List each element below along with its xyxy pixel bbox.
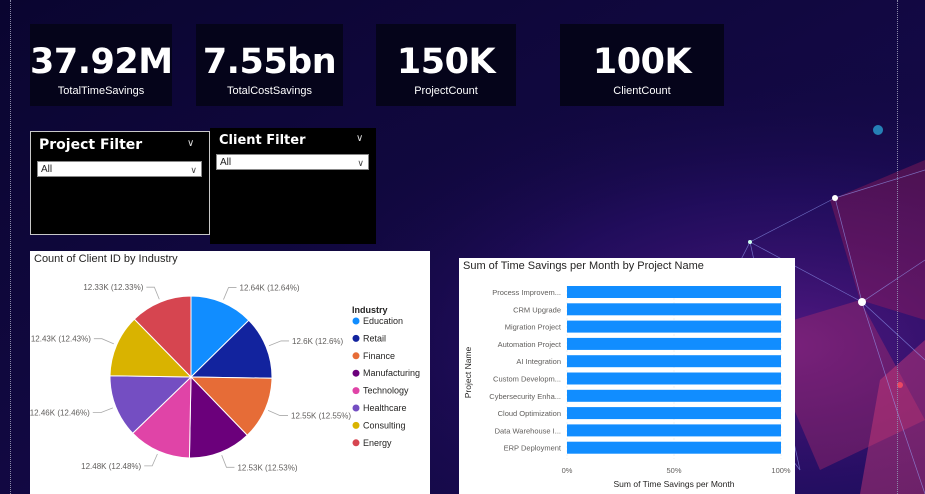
kpi-label: ProjectCount [414, 85, 478, 97]
bar-9[interactable] [567, 424, 781, 437]
legend-marker [352, 317, 360, 325]
pie-data-label: 12.43K (12.43%) [31, 335, 91, 344]
legend-label: Finance [363, 351, 395, 361]
legend-item-technology[interactable]: Technology [352, 386, 410, 396]
pie-leader-line [92, 407, 114, 414]
y-tick-label: Cloud Optimization [498, 409, 561, 418]
legend-item-finance[interactable]: Finance [352, 351, 396, 361]
y-tick-label: Automation Project [498, 340, 562, 349]
pie-data-label: 12.48K (12.48%) [81, 462, 141, 471]
kpi-card-total-time-savings[interactable]: 37.92M TotalTimeSavings [30, 24, 173, 106]
legend-label: Energy [363, 438, 392, 448]
legend-marker [352, 387, 360, 395]
bar-3[interactable] [567, 320, 781, 333]
y-tick-label: AI Integration [516, 357, 561, 366]
pie-data-label: 12.33K (12.33%) [83, 283, 143, 292]
pie-chart: 12.64K (12.64%) 12.6K (12.6%) 12.55K (12.5… [30, 283, 421, 472]
kpi-card-project-count[interactable]: 150K ProjectCount [376, 24, 516, 106]
kpi-card-total-cost-savings[interactable]: 7.55bn TotalCostSavings [196, 24, 343, 106]
bar-6[interactable] [567, 372, 781, 385]
legend-item-retail[interactable]: Retail [352, 333, 387, 343]
legend-item-manufacturing[interactable]: Manufacturing [352, 368, 421, 378]
chevron-down-icon[interactable]: ∨ [356, 133, 363, 144]
legend-label: Manufacturing [363, 368, 420, 378]
kpi-value: 37.92M [30, 42, 173, 82]
legend-marker [352, 352, 360, 360]
legend-label: Education [363, 316, 403, 326]
kpi-value: 100K [592, 42, 692, 82]
bar-1[interactable] [567, 286, 781, 298]
bar-4[interactable] [567, 337, 781, 350]
legend-marker [352, 421, 360, 429]
y-tick-label: Process Improvem... [492, 288, 561, 297]
client-filter-slicer[interactable]: Client Filter ∨ All ∨ [210, 128, 376, 244]
pie-data-label: 12.64K (12.64%) [240, 284, 300, 293]
project-bar-chart-panel[interactable]: Sum of Time Savings per Month by Project… [459, 258, 795, 494]
y-tick-label: CRM Upgrade [513, 305, 561, 314]
x-axis-title: Sum of Time Savings per Month [614, 479, 735, 489]
pie-data-label: 12.6K (12.6%) [292, 337, 343, 346]
client-filter-selected-value: All [220, 157, 232, 168]
kpi-label: TotalCostSavings [227, 85, 312, 97]
pie-leader-line [267, 410, 289, 416]
legend-marker [352, 439, 360, 447]
x-tick-label: 50% [666, 466, 681, 475]
project-filter-selected-value: All [41, 164, 53, 175]
chevron-down-icon: ∨ [190, 165, 197, 175]
bar-10[interactable] [567, 441, 781, 454]
y-tick-label: Custom Developm... [493, 375, 561, 384]
kpi-label: TotalTimeSavings [57, 85, 145, 97]
bar-2[interactable] [567, 303, 781, 316]
kpi-label: ClientCount [613, 85, 671, 97]
project-filter-dropdown[interactable]: All ∨ [37, 161, 202, 177]
chevron-down-icon[interactable]: ∨ [187, 138, 194, 149]
legend-marker [352, 334, 360, 342]
pie-leader-line [223, 287, 237, 300]
pie-data-label: 12.46K (12.46%) [30, 409, 90, 418]
pie-data-label: 12.53K (12.53%) [237, 463, 297, 472]
pie-data-label: 12.55K (12.55%) [291, 412, 351, 421]
bar-8[interactable] [567, 407, 781, 420]
y-tick-label: Cybersecurity Enha... [489, 392, 561, 401]
project-filter-title: Project Filter [39, 137, 143, 153]
bar-5[interactable] [567, 355, 781, 368]
bar-chart: Process Improvem... CRM Upgrade Migration … [463, 286, 791, 489]
chevron-down-icon: ∨ [357, 158, 364, 168]
client-filter-dropdown[interactable]: All ∨ [216, 154, 369, 170]
industry-pie-chart-panel[interactable]: Count of Client ID by Industry 12.64K (1… [30, 251, 430, 494]
kpi-card-client-count[interactable]: 100K ClientCount [560, 24, 724, 106]
pie-leader-line [144, 453, 158, 467]
x-tick-label: 0% [562, 466, 573, 475]
legend-item-education[interactable]: Education [352, 316, 404, 326]
legend-label: Healthcare [363, 403, 407, 413]
kpi-value: 7.55bn [202, 42, 337, 82]
legend-label: Retail [363, 333, 386, 343]
legend-title: Industry [352, 305, 388, 315]
legend-label: Consulting [363, 420, 406, 430]
client-filter-title: Client Filter [219, 133, 306, 148]
y-axis-title: Project Name [463, 346, 473, 398]
legend-label: Technology [363, 386, 409, 396]
pie-leader-line [221, 455, 235, 468]
y-tick-label: Data Warehouse I... [495, 426, 561, 435]
legend-item-healthcare[interactable]: Healthcare [352, 403, 407, 413]
legend-item-consulting[interactable]: Consulting [352, 420, 406, 430]
x-tick-label: 100% [771, 466, 791, 475]
pie-leader-line [146, 286, 160, 300]
canvas-boundary-left [10, 0, 11, 494]
y-tick-label: ERP Deployment [504, 444, 562, 453]
legend-item-energy[interactable]: Energy [352, 438, 393, 448]
legend-marker [352, 369, 360, 377]
bar-7[interactable] [567, 389, 781, 402]
canvas-boundary-right [897, 0, 898, 494]
pie-leader-line [93, 338, 114, 345]
pie-leader-line [268, 340, 290, 347]
kpi-value: 150K [396, 42, 496, 82]
project-filter-slicer[interactable]: Project Filter ∨ All ∨ [30, 131, 210, 235]
legend-marker [352, 404, 360, 412]
y-tick-label: Migration Project [505, 323, 562, 332]
